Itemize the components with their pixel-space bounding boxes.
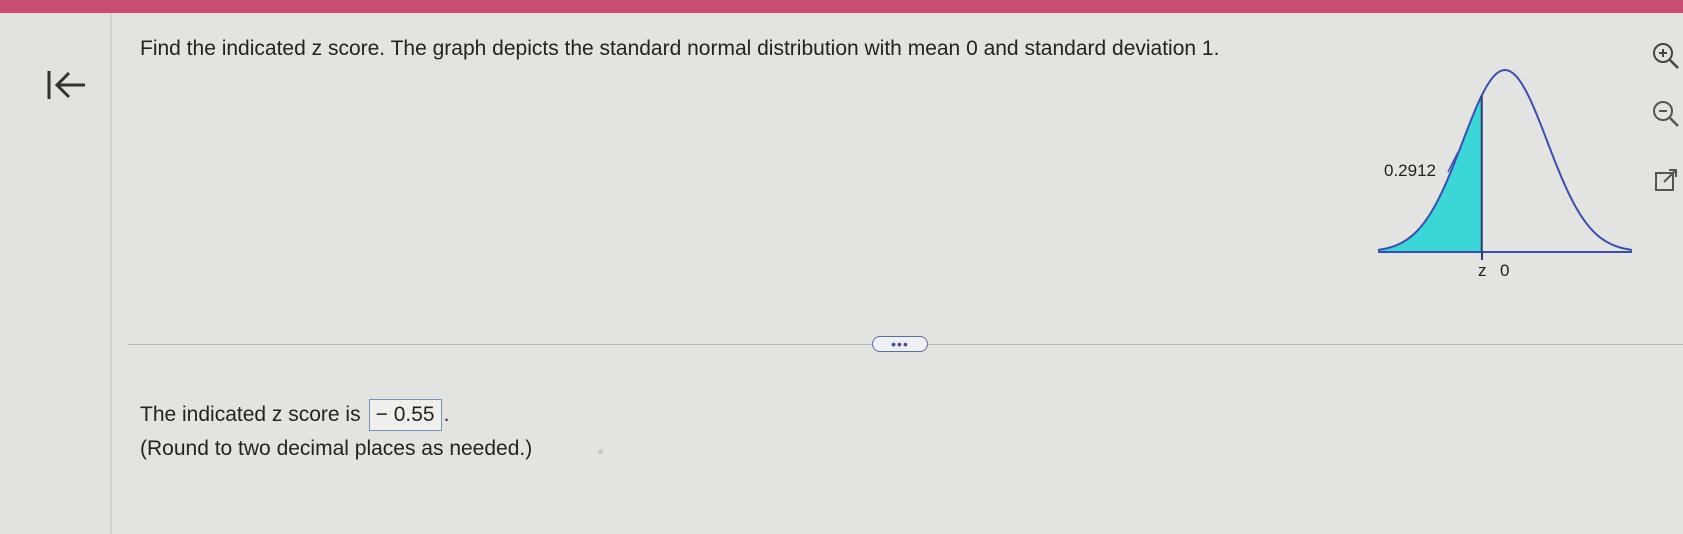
- question-text: Find the indicated z score. The graph de…: [140, 37, 1220, 60]
- collapse-left-icon: [47, 71, 85, 99]
- answer-hint: (Round to two decimal places as needed.): [140, 437, 533, 460]
- decorative-dot: [598, 449, 603, 454]
- zoom-out-button[interactable]: [1650, 98, 1682, 130]
- answer-block: The indicated z score is − 0.55 . (Round…: [140, 398, 532, 466]
- normal-distribution-graph: 0.2912 z 0: [1370, 62, 1650, 292]
- zoom-out-icon: [1653, 101, 1679, 127]
- zoom-in-button[interactable]: [1650, 40, 1682, 72]
- answer-line: The indicated z score is − 0.55 .: [140, 398, 532, 432]
- open-external-button[interactable]: [1650, 164, 1682, 196]
- left-sidebar: [0, 13, 112, 534]
- show-more-button[interactable]: •••: [872, 336, 928, 352]
- answer-prefix: The indicated z score is: [140, 403, 361, 426]
- answer-suffix: .: [443, 403, 450, 426]
- top-accent-bar: [0, 0, 1683, 13]
- collapse-left-button[interactable]: [45, 65, 87, 105]
- mean-label: 0: [1500, 261, 1509, 280]
- answer-value-box[interactable]: − 0.55: [368, 399, 442, 431]
- normal-curve: [1377, 68, 1633, 251]
- open-external-icon: [1655, 169, 1677, 191]
- zoom-in-icon: [1653, 43, 1679, 69]
- z-label: z: [1478, 261, 1487, 280]
- area-label: 0.2912: [1384, 161, 1436, 180]
